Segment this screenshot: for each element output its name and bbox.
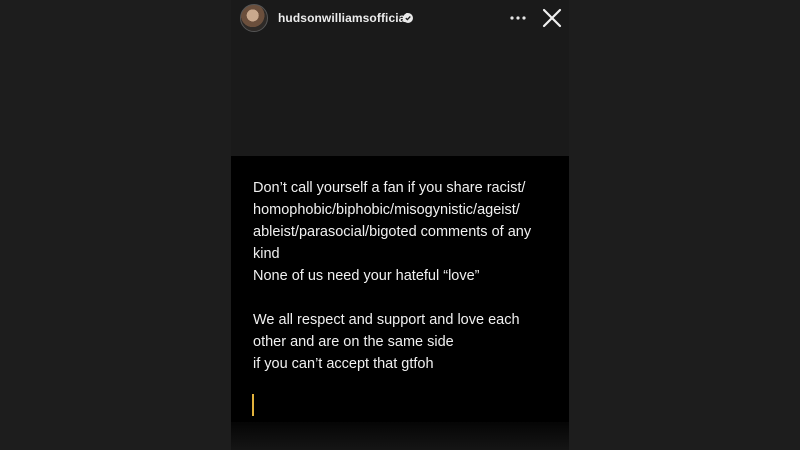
post-text: Don’t call yourself a fan if you share r… xyxy=(253,177,553,375)
post-text-block-2: We all respect and support and love each… xyxy=(253,312,520,372)
card-footer xyxy=(231,422,569,450)
avatar[interactable] xyxy=(240,4,268,32)
post-text-block-1: Don’t call yourself a fan if you share r… xyxy=(253,180,532,284)
text-cursor xyxy=(252,394,254,416)
story-header: hudsonwilliamsofficial xyxy=(240,4,570,32)
story-viewer: hudsonwilliamsofficial Don’t call yourse… xyxy=(0,0,800,450)
close-icon[interactable] xyxy=(541,7,563,29)
more-options-icon[interactable] xyxy=(507,8,529,28)
post-card: Don’t call yourself a fan if you share r… xyxy=(231,156,569,450)
username[interactable]: hudsonwilliamsofficial xyxy=(278,11,409,25)
verified-badge-icon xyxy=(403,13,413,23)
